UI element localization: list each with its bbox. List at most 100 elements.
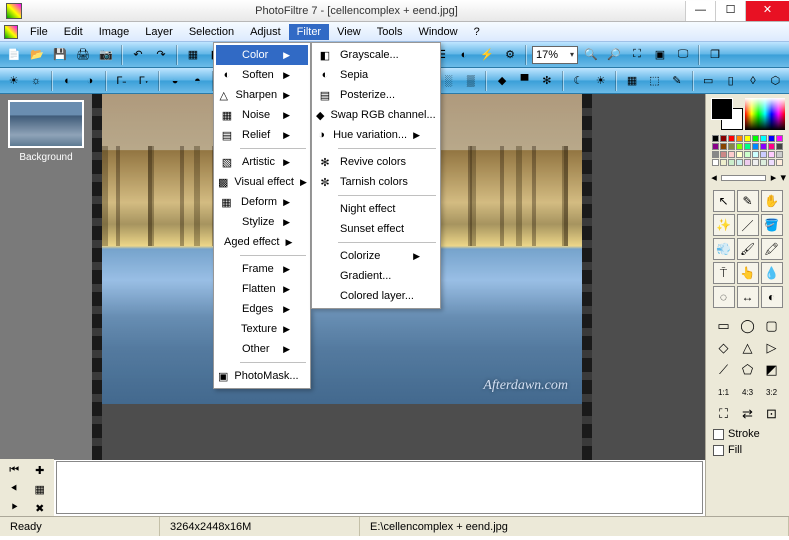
menu-item-posterize[interactable]: ▤Posterize... [314, 85, 438, 105]
history-area[interactable] [56, 461, 703, 514]
stroke-checkbox[interactable]: Stroke [709, 428, 786, 440]
poly-sel[interactable]: ⬠ [737, 360, 759, 380]
menu-item-night-effect[interactable]: Night effect [314, 199, 438, 219]
swatch[interactable] [776, 159, 783, 166]
close-button[interactable]: ✕ [745, 1, 789, 21]
palette-slider[interactable]: ◂▸▾ [709, 171, 786, 184]
clone-tool[interactable]: ⍑ [713, 262, 735, 284]
menu-item-texture[interactable]: Texture▶ [216, 319, 308, 339]
pipette-tool[interactable]: ✎ [737, 190, 759, 212]
fill-tool[interactable]: 🪣 [761, 214, 783, 236]
menu-item-tarnish-colors[interactable]: ✼Tarnish colors [314, 172, 438, 192]
bright-plus[interactable]: ☼ [26, 71, 45, 91]
maximize-button[interactable]: ☐ [715, 1, 745, 21]
swatch[interactable] [760, 159, 767, 166]
colorize-button[interactable]: ▦ [622, 71, 641, 91]
sat-plus[interactable]: ◓ [188, 71, 207, 91]
menu-edit[interactable]: Edit [56, 24, 91, 40]
swatch[interactable] [752, 135, 759, 142]
menu-item-other[interactable]: Other▶ [216, 339, 308, 359]
swatch[interactable] [752, 151, 759, 158]
deform-button[interactable]: ⬚ [645, 71, 664, 91]
menu-view[interactable]: View [329, 24, 369, 40]
lasso-sel[interactable]: ⟋ [713, 360, 735, 380]
mask-button[interactable]: ◐ [454, 45, 474, 65]
night-button[interactable]: ☾ [569, 71, 588, 91]
swatch[interactable] [728, 135, 735, 142]
swatch[interactable] [744, 159, 751, 166]
contrast-minus[interactable]: ◐ [58, 71, 77, 91]
menu-item-visual-effect[interactable]: ▩Visual effect▶ [216, 172, 308, 192]
hist-new[interactable]: ✚ [28, 461, 53, 479]
color-spectrum[interactable] [745, 98, 785, 130]
hist-first[interactable]: ⏮ [2, 461, 27, 479]
move-tool[interactable]: ↔ [737, 286, 759, 308]
swatch[interactable] [768, 151, 775, 158]
fullscreen-button[interactable]: 🖵 [673, 45, 693, 65]
menu-item-aged-effect[interactable]: Aged effect▶ [216, 232, 308, 252]
sat-minus[interactable]: ◒ [165, 71, 184, 91]
swatch[interactable] [712, 135, 719, 142]
icon2[interactable]: ▯ [721, 71, 740, 91]
batch-button[interactable]: ⚡ [477, 45, 497, 65]
menu-item-noise[interactable]: ▦Noise▶ [216, 105, 308, 125]
invert-sel[interactable]: ◩ [761, 360, 783, 380]
menu-item-grayscale[interactable]: ◧Grayscale... [314, 45, 438, 65]
ratio-43[interactable]: 4:3 [737, 382, 759, 402]
line-tool[interactable]: ／ [737, 214, 759, 236]
gamma-plus[interactable]: Γ˖ [134, 71, 153, 91]
swatch[interactable] [752, 143, 759, 150]
swatch[interactable] [728, 143, 735, 150]
rgb-icon[interactable]: ▦ [183, 45, 203, 65]
tri2-sel[interactable]: ▷ [761, 338, 783, 358]
prefs-button[interactable]: ⚙ [500, 45, 520, 65]
save-button[interactable]: 💾 [50, 45, 70, 65]
roundrect-sel[interactable]: ▢ [761, 316, 783, 336]
menu-layer[interactable]: Layer [137, 24, 181, 40]
swatch[interactable] [760, 135, 767, 142]
swatch[interactable] [752, 159, 759, 166]
menu-item-flatten[interactable]: Flatten▶ [216, 279, 308, 299]
menu-item-edges[interactable]: Edges▶ [216, 299, 308, 319]
icon4[interactable]: ⬡ [766, 71, 785, 91]
wand-tool[interactable]: ✨ [713, 214, 735, 236]
center-sel[interactable]: ⊡ [761, 404, 783, 424]
zoom-select[interactable]: 17% [532, 46, 578, 64]
swatch[interactable] [744, 151, 751, 158]
swatch[interactable] [712, 159, 719, 166]
minimize-button[interactable]: — [685, 1, 715, 21]
fill-checkbox[interactable]: Fill [709, 444, 786, 456]
swatch[interactable] [776, 143, 783, 150]
gamma-minus[interactable]: Γ˗ [112, 71, 131, 91]
swatch[interactable] [728, 159, 735, 166]
hist-next[interactable]: ⯈ [2, 499, 27, 517]
menu-item-sepia[interactable]: ◐Sepia [314, 65, 438, 85]
swatch[interactable] [760, 151, 767, 158]
pointer-tool[interactable]: ↖ [713, 190, 735, 212]
menu-?[interactable]: ? [466, 24, 488, 40]
tri-sel[interactable]: △ [737, 338, 759, 358]
swatch[interactable] [720, 135, 727, 142]
menu-filter[interactable]: Filter [289, 24, 329, 40]
swatch[interactable] [768, 159, 775, 166]
transform-sel[interactable]: ⛶ [713, 404, 735, 424]
menu-item-relief[interactable]: ▤Relief▶ [216, 125, 308, 145]
blur-tool[interactable]: 💧 [761, 262, 783, 284]
hist-del[interactable]: ✖ [28, 499, 53, 517]
swap-sel[interactable]: ⇄ [737, 404, 759, 424]
swatch[interactable] [736, 135, 743, 142]
menu-item-photomask[interactable]: ▣PhotoMask... [216, 366, 308, 386]
menu-selection[interactable]: Selection [181, 24, 242, 40]
swatch[interactable] [712, 143, 719, 150]
menu-item-soften[interactable]: ◐Soften▶ [216, 65, 308, 85]
menu-item-sharpen[interactable]: △Sharpen▶ [216, 85, 308, 105]
swatch[interactable] [768, 135, 775, 142]
window-button[interactable]: ❐ [705, 45, 725, 65]
gradient-button[interactable]: ▀ [515, 71, 534, 91]
swatch[interactable] [728, 151, 735, 158]
spray-tool[interactable]: 💨 [713, 238, 735, 260]
menu-item-swap-rgb-channel[interactable]: ◆Swap RGB channel... [314, 105, 438, 125]
menu-item-artistic[interactable]: ▧Artistic▶ [216, 152, 308, 172]
menu-item-sunset-effect[interactable]: Sunset effect [314, 219, 438, 239]
ratio-11[interactable]: 1:1 [713, 382, 735, 402]
